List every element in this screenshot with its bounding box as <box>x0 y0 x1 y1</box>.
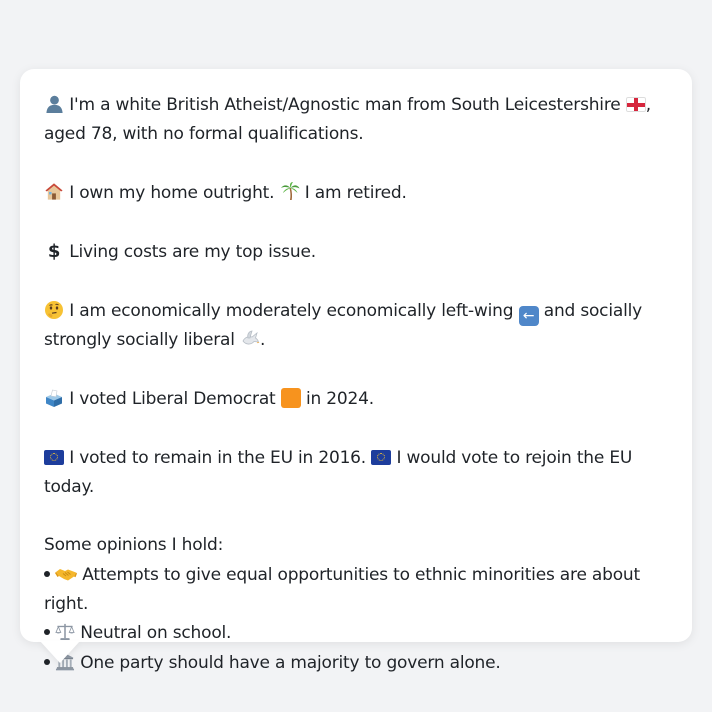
opinion-list-item: Neutral on school. <box>44 619 672 648</box>
eu-paragraph: I voted to remain in the EU in 2016. I w… <box>44 444 672 503</box>
social-ideology-text-line2: strongly socially liberal <box>44 330 235 351</box>
handshake-icon <box>55 561 77 590</box>
thinking-face-icon <box>44 297 64 326</box>
intro-paragraph: I'm a white British Atheist/Agnostic man… <box>44 91 672 150</box>
vote-2024-text: I voted Liberal Democrat <box>69 388 276 409</box>
opinions-heading: Some opinions I hold: <box>44 535 224 556</box>
issue-paragraph: $ Living costs are my top issue. <box>44 237 672 267</box>
economic-ideology-text: I am economically moderately economicall… <box>69 301 514 322</box>
opinion-text: One party should have a majority to gove… <box>80 652 501 673</box>
eu-referendum-text: I voted to remain in the EU in 2016. <box>69 447 367 468</box>
home-paragraph: I own my home outright. I am retired. <box>44 179 672 208</box>
opinion-text: Attempts to give equal opportunities to … <box>44 564 640 615</box>
chat-bubble-tail <box>40 641 80 663</box>
opinion-text: Neutral on school. <box>80 623 232 644</box>
england-flag-icon <box>625 97 646 112</box>
opinion-list-item: Attempts to give equal opportunities to … <box>44 561 672 620</box>
social-ideology-text: and socially <box>543 301 642 322</box>
ideology-period: . <box>260 330 266 351</box>
palm-tree-icon <box>280 179 300 208</box>
retirement-text: I am retired. <box>304 182 407 203</box>
intro-comma: , <box>645 95 651 115</box>
top-issue-text: Living costs are my top issue. <box>69 242 316 263</box>
house-icon <box>44 179 64 208</box>
left-arrow-icon: ← <box>518 306 539 327</box>
ballot-box-icon <box>44 385 64 414</box>
dove-icon <box>240 326 260 355</box>
bullet-icon <box>44 629 50 636</box>
ideology-paragraph: I am economically moderately economicall… <box>44 297 672 356</box>
intro-text-line2: aged 78, with no formal qualifications. <box>44 124 364 145</box>
eu-flag-icon <box>44 449 64 465</box>
eu-flag-icon <box>371 449 392 465</box>
opinion-list-item: One party should have a majority to gove… <box>44 649 672 678</box>
home-ownership-text: I own my home outright. <box>69 182 275 203</box>
person-silhouette-icon <box>44 91 64 120</box>
bullet-icon <box>44 570 50 577</box>
orange-square-icon <box>280 387 301 408</box>
vote-2024-paragraph: I voted Liberal Democrat in 2024. <box>44 385 672 414</box>
dollar-sign-icon: $ <box>47 241 61 263</box>
intro-text: I'm a white British Atheist/Agnostic man… <box>69 95 621 115</box>
chat-message-bubble: I'm a white British Atheist/Agnostic man… <box>20 69 692 673</box>
vote-2024-year-text: in 2024. <box>305 388 374 409</box>
